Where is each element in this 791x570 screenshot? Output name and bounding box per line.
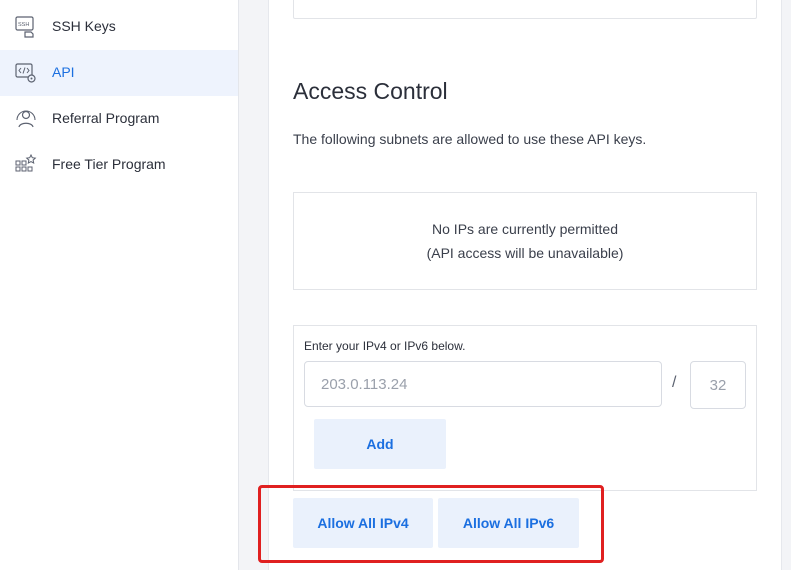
add-subnet-form: Enter your IPv4 or IPv6 below. / Add	[293, 325, 757, 491]
empty-state-note: (API access will be unavailable)	[426, 245, 624, 261]
sidebar-item-referral-program[interactable]: Referral Program	[0, 96, 238, 142]
sidebar-item-label: API	[52, 64, 75, 80]
empty-state-box: No IPs are currently permitted (API acce…	[293, 192, 757, 290]
allow-all-ipv6-button[interactable]: Allow All IPv6	[438, 498, 579, 548]
main-panel: Access Control The following subnets are…	[268, 0, 782, 570]
cidr-prefix-input[interactable]	[690, 361, 746, 409]
empty-state-message: No IPs are currently permitted	[432, 221, 618, 237]
sidebar: SSH SSH Keys API Referral Program Free T…	[0, 0, 239, 570]
cidr-separator: /	[672, 374, 677, 391]
ssh-icon-text: SSH	[18, 22, 29, 28]
referral-icon	[15, 108, 37, 130]
previous-section-box	[293, 0, 757, 19]
sidebar-item-label: Referral Program	[52, 110, 160, 126]
ip-field-label: Enter your IPv4 or IPv6 below.	[304, 339, 466, 353]
section-description: The following subnets are allowed to use…	[293, 131, 647, 147]
ssh-key-icon: SSH	[15, 16, 37, 38]
sidebar-item-label: SSH Keys	[52, 18, 116, 34]
api-icon	[15, 62, 37, 84]
free-tier-icon	[15, 154, 37, 176]
sidebar-item-label: Free Tier Program	[52, 156, 166, 172]
sidebar-item-ssh-keys[interactable]: SSH SSH Keys	[0, 4, 238, 50]
sidebar-item-api[interactable]: API	[0, 50, 238, 96]
add-button[interactable]: Add	[314, 419, 446, 469]
page-title: Access Control	[293, 78, 448, 104]
ip-address-input[interactable]	[304, 361, 662, 407]
allow-all-ipv4-button[interactable]: Allow All IPv4	[293, 498, 433, 548]
sidebar-item-free-tier-program[interactable]: Free Tier Program	[0, 142, 238, 188]
